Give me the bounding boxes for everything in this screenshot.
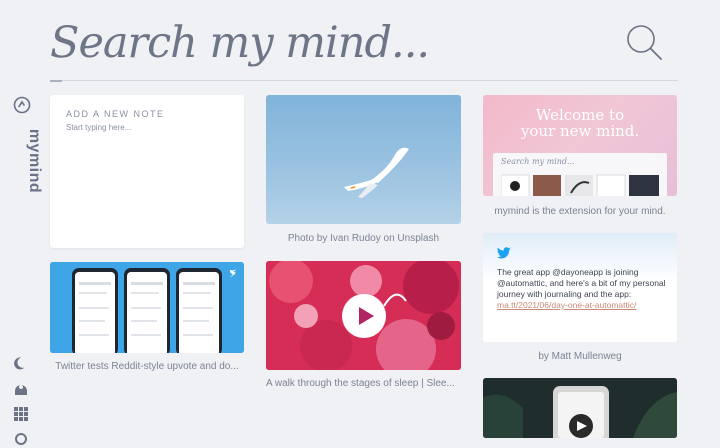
twitter-bird-icon	[497, 247, 511, 259]
brand[interactable]: mymind	[8, 94, 43, 204]
tweet-text: The great app @dayoneapp is joining @aut…	[497, 267, 666, 310]
bird-photo-card[interactable]	[266, 95, 461, 224]
tweet-card[interactable]: The great app @dayoneapp is joining @aut…	[483, 233, 677, 342]
welcome-mini-thumbnails	[501, 174, 659, 196]
phone-photo-card[interactable]	[483, 378, 677, 438]
bird-photo-caption: Photo by Ivan Rudoy on Unsplash	[287, 233, 440, 244]
search-cursor	[50, 80, 62, 82]
moon-icon[interactable]	[12, 354, 30, 372]
phone-photo-image	[483, 378, 677, 438]
tweet-link[interactable]: ma.tt/2021/06/day-one-at-automattic/	[497, 300, 636, 310]
twitter-screenshots-card[interactable]	[50, 262, 244, 353]
seagull-image	[344, 147, 409, 198]
add-note-card[interactable]: ADD A NEW NOTE Start typing here...	[50, 95, 244, 248]
welcome-mini-search: Search my mind...	[501, 157, 575, 166]
twitter-screenshots-caption: Twitter tests Reddit-style upvote and do…	[55, 361, 239, 372]
grid-icon[interactable]	[12, 405, 30, 423]
welcome-caption: mymind is the extension for your mind.	[494, 206, 666, 217]
welcome-card[interactable]: Welcome to your new mind. Search my mind…	[483, 95, 677, 196]
note-input[interactable]: Start typing here...	[66, 123, 131, 132]
search-bar[interactable]: Search my mind...	[50, 8, 678, 82]
mymind-logo-icon	[13, 96, 31, 114]
welcome-title-line2: your new mind.	[520, 122, 640, 140]
settings-icon[interactable]	[12, 430, 30, 448]
search-icon[interactable]	[624, 22, 664, 62]
tweet-caption: by Matt Mullenweg	[538, 351, 622, 362]
sleep-video-card[interactable]	[266, 261, 461, 370]
welcome-mini-app: Search my mind...	[493, 153, 667, 196]
spaces-icon[interactable]	[12, 380, 30, 398]
search-input[interactable]: Search my mind...	[50, 18, 430, 68]
brand-wordmark: mymind	[26, 128, 43, 194]
play-icon[interactable]	[342, 294, 386, 338]
sidebar: mymind	[0, 0, 43, 445]
sleep-video-caption: A walk through the stages of sleep | Sle…	[266, 378, 455, 389]
note-title: ADD A NEW NOTE	[66, 109, 165, 119]
welcome-title-line1: Welcome to	[535, 106, 625, 124]
twitter-screenshots-image	[50, 262, 244, 353]
